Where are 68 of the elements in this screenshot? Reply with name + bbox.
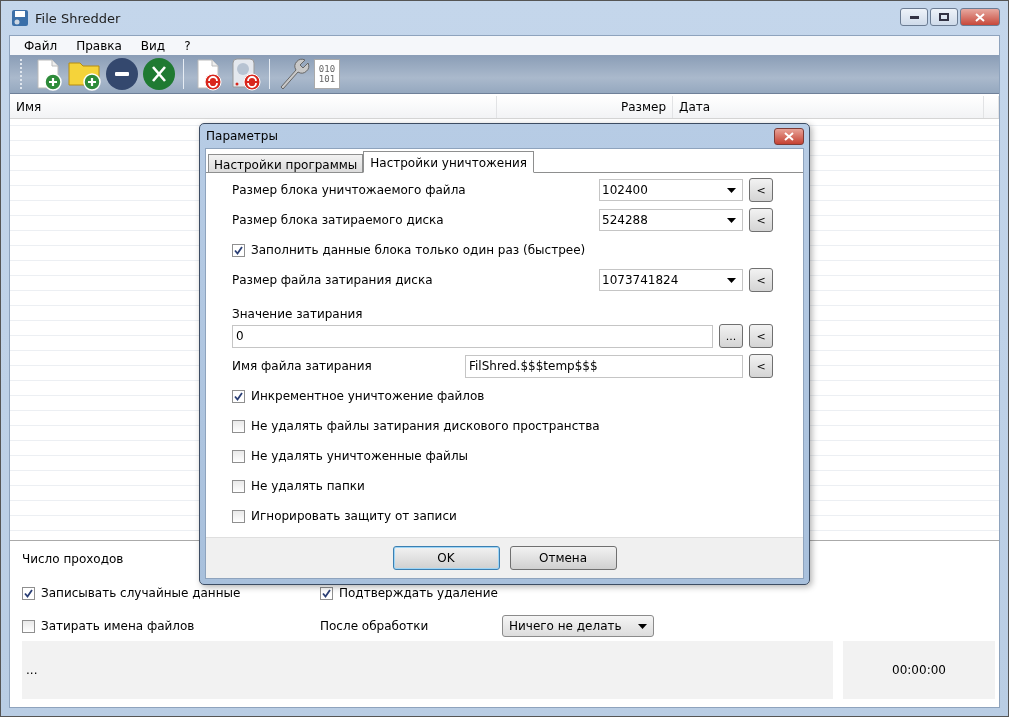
menu-item[interactable]: Файл [18, 38, 71, 53]
input-field[interactable]: FilShred.$$$temp$$$ [465, 354, 743, 378]
checkbox-label: Инкрементное уничтожение файлов [251, 389, 485, 403]
option-label: Число проходов [22, 552, 125, 566]
setting-label: Размер блока затираемого диска [232, 213, 445, 227]
dropdown-caret-icon [727, 277, 736, 283]
column-header[interactable]: Размер [497, 96, 673, 118]
maximize-icon [939, 13, 949, 21]
close-icon [975, 12, 985, 22]
minimize-button[interactable] [900, 8, 928, 26]
checkbox[interactable] [232, 509, 245, 523]
checkbox[interactable] [232, 419, 245, 433]
option-label: После обработки [320, 619, 430, 633]
setting-label: Имя файла затирания [232, 359, 372, 373]
status-message: ... [22, 641, 833, 699]
reset-button[interactable]: < [749, 208, 773, 232]
reset-button[interactable]: < [749, 324, 773, 348]
checkbox[interactable] [232, 389, 245, 403]
checkbox[interactable] [22, 619, 35, 633]
dropdown-caret-icon [638, 623, 647, 629]
setting-label: Значение затирания [232, 307, 363, 321]
app-icon [11, 9, 29, 27]
window-title: File Shredder [35, 10, 122, 26]
minus-circle-icon[interactable] [105, 57, 139, 91]
checkbox[interactable] [232, 449, 245, 463]
checkbox-label: Не удалять уничтоженные файлы [251, 449, 469, 463]
elapsed-time: 00:00:00 [843, 641, 995, 699]
minimize-icon [909, 15, 919, 19]
dropdown-caret-icon [727, 217, 736, 223]
reset-button[interactable]: < [749, 178, 773, 202]
x-circle-icon[interactable] [142, 57, 176, 91]
checkbox-label: Не удалять файлы затирания дискового пространства [251, 419, 600, 433]
checkbox-label: Подтверждать удаление [339, 586, 498, 600]
reset-button[interactable]: < [749, 268, 773, 292]
value-dropdown[interactable]: 102400 [599, 179, 743, 201]
browse-button[interactable]: ... [719, 324, 743, 348]
setting-label: Размер блока уничтожаемого файла [232, 183, 467, 197]
checkbox-label: Заполнить данные блока только один раз (быстрее) [251, 243, 586, 257]
binary-file-icon[interactable]: 010 101 [314, 59, 340, 89]
after-processing-dropdown[interactable]: Ничего не делать [502, 615, 654, 637]
value-dropdown[interactable]: 524288 [599, 209, 743, 231]
checkbox[interactable] [232, 479, 245, 493]
tab[interactable]: Настройки программы [208, 154, 364, 172]
dialog-title: Параметры [206, 129, 278, 143]
reset-button[interactable]: < [749, 354, 773, 378]
checkbox[interactable] [320, 586, 333, 600]
tab[interactable]: Настройки уничтожения [363, 151, 535, 173]
menu-item[interactable]: Правка [70, 38, 135, 53]
close-icon [784, 131, 794, 141]
dialog-button[interactable]: Отмена [509, 546, 617, 570]
column-header[interactable]: Дата [673, 96, 984, 118]
checkbox[interactable] [232, 243, 245, 257]
close-button[interactable] [960, 8, 1000, 26]
menu-item[interactable]: Вид [134, 38, 179, 53]
checkbox-label: Затирать имена файлов [41, 619, 195, 633]
input-field[interactable]: 0 [232, 324, 713, 348]
checkbox-label: Записывать случайные данные [41, 586, 241, 600]
close-button[interactable] [774, 127, 804, 145]
setting-label: Размер файла затирания диска [232, 273, 434, 287]
checkbox[interactable] [22, 586, 35, 600]
dialog-button[interactable]: OK [392, 546, 500, 570]
value-dropdown[interactable]: 1073741824 [599, 269, 743, 291]
maximize-button[interactable] [930, 8, 958, 26]
dropdown-caret-icon [727, 187, 736, 193]
checkbox-label: Игнорировать защиту от записи [251, 509, 457, 523]
menu-item[interactable]: ? [178, 38, 204, 53]
checkbox-label: Не удалять папки [251, 479, 365, 493]
column-header[interactable]: Имя [10, 96, 497, 118]
